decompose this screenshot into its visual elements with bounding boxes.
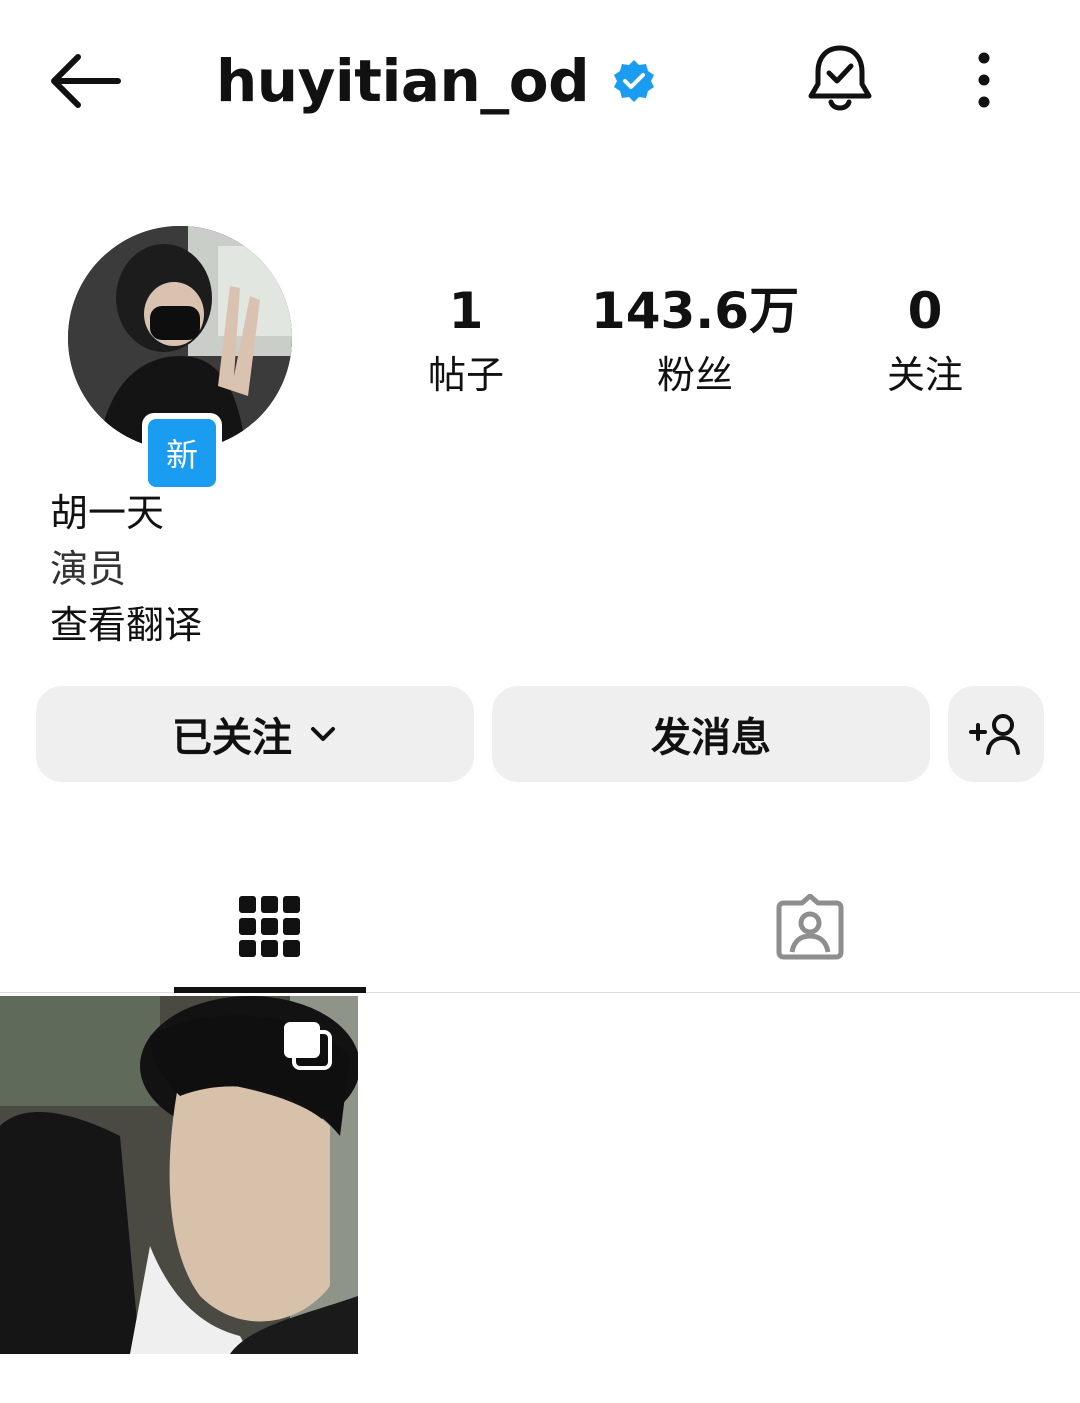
stat-following[interactable]: 0 关注 [805, 278, 1045, 406]
active-tab-indicator [174, 987, 366, 993]
new-badge-label: 新 [148, 419, 216, 487]
display-name: 胡一天 [50, 491, 165, 535]
following-button[interactable]: 已关注 [36, 686, 474, 782]
top-bar: huyitian_od [0, 0, 1080, 160]
stat-posts-value: 1 [448, 282, 484, 340]
following-button-label: 已关注 [172, 715, 292, 761]
chevron-down-icon [311, 727, 335, 741]
stat-posts[interactable]: 1 帖子 [346, 278, 586, 406]
stat-followers[interactable]: 143.6万 粉丝 [575, 278, 815, 406]
person-frame-icon [776, 893, 844, 959]
new-story-badge: 新 [142, 413, 222, 493]
stat-followers-label: 粉丝 [656, 353, 733, 397]
profile-tabs [0, 860, 1080, 993]
back-button[interactable] [44, 48, 124, 114]
more-options-button[interactable] [964, 48, 1004, 112]
tab-tagged[interactable] [714, 860, 906, 993]
verified-badge-icon [614, 60, 655, 102]
stacked-squares-icon [284, 1022, 332, 1070]
person-plus-icon [969, 714, 1020, 755]
stat-following-value: 0 [907, 282, 943, 340]
arrow-left-icon [51, 54, 121, 108]
stat-posts-label: 帖子 [427, 353, 504, 397]
tab-posts-grid[interactable] [174, 860, 366, 993]
notifications-button[interactable] [806, 42, 874, 116]
stat-followers-value: 143.6万 [590, 282, 800, 340]
grid-icon [239, 895, 300, 957]
username-header: huyitian_od [216, 36, 657, 126]
post-thumbnail[interactable] [0, 996, 358, 1354]
message-button-label: 发消息 [651, 715, 771, 761]
see-translation-link[interactable]: 查看翻译 [50, 598, 202, 652]
bell-check-icon [808, 45, 872, 111]
vertical-ellipsis-icon [978, 52, 990, 108]
stat-following-label: 关注 [886, 353, 963, 397]
suggested-users-button[interactable] [948, 686, 1044, 782]
message-button[interactable]: 发消息 [492, 686, 930, 782]
profile-category: 演员 [50, 547, 127, 591]
username: huyitian_od [216, 47, 590, 115]
